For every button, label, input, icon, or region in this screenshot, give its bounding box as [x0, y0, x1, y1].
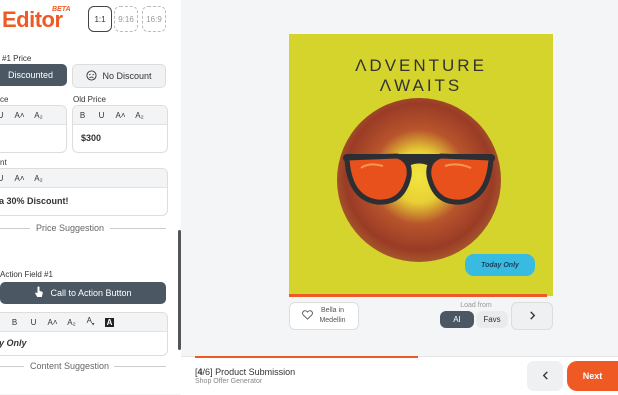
underline-button[interactable]: U — [0, 174, 10, 183]
panel-scrollbar[interactable] — [178, 230, 181, 350]
bold-button[interactable]: B — [5, 318, 24, 327]
step-current: 4 — [197, 367, 203, 377]
ratio-1-1-button[interactable]: 1:1 — [88, 6, 112, 32]
discounted-label: Discounted — [7, 70, 54, 80]
old-price-value: $300 — [81, 133, 102, 143]
grow-text-button[interactable]: A˄ — [10, 174, 29, 183]
hand-pointer-icon — [34, 286, 44, 300]
grow-text-button[interactable]: A˄ — [10, 111, 29, 120]
price-column-label: ce — [0, 95, 9, 104]
grow-text-button[interactable]: A˄ — [111, 111, 130, 120]
account-name-line-2: Medellin — [319, 317, 346, 324]
favs-label: Favs — [483, 315, 501, 324]
step-title: Product Submission — [215, 367, 296, 377]
ratio-label: 16:9 — [146, 14, 162, 24]
price-field[interactable]: U A˄ A₂ — [0, 105, 67, 153]
shrink-text-button[interactable]: A₂ — [62, 318, 81, 327]
underline-button[interactable]: U — [24, 318, 43, 327]
ratio-9-16-button[interactable]: 9:16 — [114, 6, 138, 32]
discount-text-field[interactable]: U A˄ A₂ a 30% Discount! — [0, 168, 168, 216]
cta-toolbar: / B U A˄ A₂ A▾ A — [0, 313, 167, 332]
back-button[interactable] — [527, 361, 563, 391]
product-photo — [337, 98, 501, 262]
sunglasses-image — [343, 153, 495, 205]
load-from-label: Load from — [460, 302, 492, 309]
highlight-color-button[interactable]: A — [100, 317, 119, 327]
next-template-button[interactable] — [511, 302, 553, 330]
today-only-badge[interactable]: Today Only — [465, 254, 535, 276]
bold-button[interactable]: B — [73, 111, 92, 120]
chevron-right-icon — [529, 310, 536, 322]
old-price-field[interactable]: B U A˄ A₂ $300 — [72, 105, 168, 153]
call-to-action-button[interactable]: Call to Action Button — [0, 282, 166, 304]
cta-field-label: Action Field #1 — [0, 270, 53, 279]
divider — [110, 228, 166, 229]
heart-icon — [302, 310, 314, 322]
canvas-accent-bar — [289, 294, 547, 297]
discount-toolbar: U A˄ A₂ — [0, 169, 167, 188]
chevron-left-icon — [542, 367, 549, 385]
ad-preview-canvas[interactable]: ɅDVENTURE ɅWAITS Today Only — [289, 34, 553, 296]
step-total: 6 — [205, 367, 211, 377]
headline-line-1: ɅDVENTURE — [355, 56, 487, 75]
text-color-button[interactable]: A▾ — [81, 316, 100, 328]
cta-text-field[interactable]: / B U A˄ A₂ A▾ A y Only — [0, 312, 168, 356]
divider — [114, 366, 166, 367]
badge-text: Today Only — [481, 261, 519, 269]
next-button[interactable]: Next — [567, 361, 618, 391]
account-name-line-1: Bella in — [321, 307, 344, 314]
cta-value: y Only — [0, 338, 27, 348]
price-toolbar: U A˄ A₂ — [0, 106, 66, 125]
shrink-text-button[interactable]: A₂ — [130, 111, 149, 120]
no-discount-label: No Discount — [102, 71, 152, 81]
load-from-ai-button[interactable]: AI — [440, 311, 474, 328]
beta-badge: BETA — [52, 6, 71, 13]
step-progress-bar — [195, 356, 418, 358]
divider — [0, 366, 24, 367]
underline-button[interactable]: U — [92, 111, 111, 120]
headline-line-2: ɅWAITS — [379, 76, 463, 95]
discount-label: nt — [0, 158, 7, 167]
sad-face-icon — [86, 69, 98, 83]
ratio-label: 1:1 — [94, 14, 106, 24]
grow-text-button[interactable]: A˄ — [43, 318, 62, 327]
next-label: Next — [582, 371, 603, 381]
ratio-16-9-button[interactable]: 16:9 — [142, 6, 166, 32]
old-price-label: Old Price — [73, 95, 106, 104]
no-discount-toggle[interactable]: No Discount — [72, 64, 166, 88]
content-suggestion-link[interactable]: Content Suggestion — [30, 361, 109, 371]
discounted-toggle[interactable]: Discounted — [0, 64, 67, 86]
discount-value: a 30% Discount! — [0, 196, 69, 206]
cta-button-label: Call to Action Button — [50, 288, 132, 298]
old-price-toolbar: B U A˄ A₂ — [73, 106, 167, 125]
ratio-label: 9:16 — [118, 14, 134, 24]
underline-button[interactable]: U — [0, 111, 10, 120]
shrink-text-button[interactable]: A₂ — [29, 111, 48, 120]
ai-label: AI — [453, 315, 461, 324]
shrink-text-button[interactable]: A₂ — [29, 174, 48, 183]
step-indicator: [4/6] Product Submission — [195, 367, 296, 377]
editor-panel: Editor BETA 1:1 9:16 16:9 #1 Price Disco… — [0, 0, 181, 394]
account-chip[interactable]: Bella in Medellin — [289, 302, 359, 330]
price-suggestion-link[interactable]: Price Suggestion — [36, 223, 104, 233]
headline-text[interactable]: ɅDVENTURE ɅWAITS — [289, 56, 553, 96]
step-subtitle: Shop Offer Generator — [195, 378, 263, 385]
load-from-favs-button[interactable]: Favs — [476, 311, 508, 328]
account-name: Bella in Medellin — [319, 306, 345, 326]
price-heading: #1 Price — [2, 54, 32, 63]
divider — [0, 228, 30, 229]
